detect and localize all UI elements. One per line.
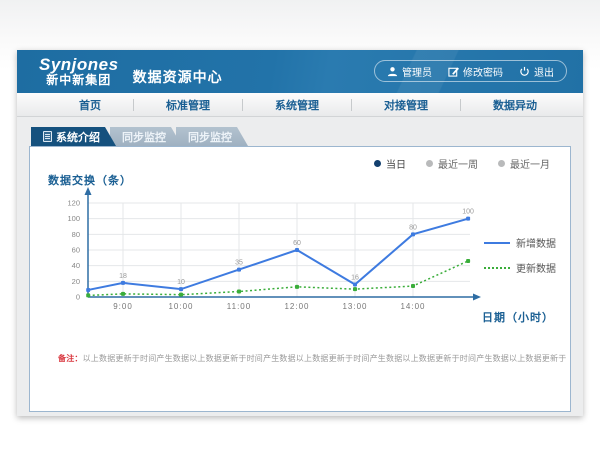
radio-last-month[interactable]: 最近一月	[498, 156, 550, 171]
note-text: 以上数据更新于时间产生数据以上数据更新于时间产生数据以上数据更新于时间产生数据以…	[83, 354, 567, 363]
nav-item-data-change[interactable]: 数据异动	[461, 97, 569, 113]
change-password-button[interactable]: 修改密码	[448, 64, 503, 79]
y-tick-label: 60	[72, 246, 80, 255]
data-point-label: 80	[409, 224, 417, 231]
change-password-label: 修改密码	[463, 64, 503, 79]
y-tick-label: 120	[67, 199, 80, 208]
radio-dot-icon	[498, 160, 505, 167]
nav-item-system-management[interactable]: 系统管理	[243, 97, 351, 113]
x-axis-arrow-icon	[473, 294, 481, 301]
document-icon	[43, 131, 52, 142]
note-label: 备注：	[58, 354, 83, 363]
data-point	[121, 292, 125, 296]
x-tick-label: 11:00	[227, 302, 251, 311]
tab-label: 同步监控	[122, 129, 166, 145]
app-header: Synjones 新中新集团 数据资源中心 管理员 修改密码 退出	[17, 50, 583, 93]
radio-today[interactable]: 当日	[374, 156, 406, 171]
tab-sync-monitor-2[interactable]: 同步监控	[176, 127, 248, 146]
green-dotted-sample-icon	[484, 267, 510, 269]
data-point-label: 100	[462, 209, 474, 216]
tab-label: 同步监控	[188, 129, 232, 145]
user-icon	[387, 66, 398, 77]
company-logo: Synjones 新中新集团	[39, 56, 119, 86]
nav-item-standard-management[interactable]: 标准管理	[134, 97, 242, 113]
power-icon	[519, 66, 530, 77]
legend-label: 新增数据	[516, 235, 556, 250]
data-point-label: 16	[351, 274, 359, 281]
data-point	[466, 217, 470, 221]
radio-dot-icon	[374, 160, 381, 167]
data-point	[86, 293, 90, 297]
tab-label: 系统介绍	[56, 129, 100, 145]
logo-text-en: Synjones	[39, 56, 119, 74]
data-point	[295, 285, 299, 289]
radio-label: 最近一月	[510, 156, 550, 171]
nav-item-home[interactable]: 首页	[47, 97, 133, 113]
radio-last-week[interactable]: 最近一周	[426, 156, 478, 171]
chart-panel: 当日 最近一周 最近一月 数据交换（条） 0204060801001209:00…	[29, 146, 571, 412]
time-range-filter: 当日 最近一周 最近一月	[374, 156, 550, 171]
data-point	[353, 287, 357, 291]
y-tick-label: 0	[76, 293, 80, 302]
data-point-label: 10	[177, 279, 185, 286]
user-toolbar: 管理员 修改密码 退出	[374, 60, 567, 82]
radio-label: 当日	[386, 156, 406, 171]
radio-dot-icon	[426, 160, 433, 167]
data-point	[411, 284, 415, 288]
y-tick-label: 20	[72, 277, 80, 286]
y-tick-label: 80	[72, 230, 80, 239]
y-tick-label: 40	[72, 261, 80, 270]
data-point	[295, 248, 299, 252]
data-point-label: 18	[119, 273, 127, 280]
x-tick-label: 10:00	[168, 302, 193, 311]
data-point	[237, 268, 241, 272]
tab-system-intro[interactable]: 系统介绍	[31, 127, 116, 146]
data-point	[411, 232, 415, 236]
tab-sync-monitor-1[interactable]: 同步监控	[110, 127, 182, 146]
page-title: 数据资源中心	[133, 67, 223, 87]
x-tick-label: 9:00	[113, 302, 133, 311]
user-name-label: 管理员	[402, 64, 432, 79]
radio-label: 最近一周	[438, 156, 478, 171]
nav-item-interface-management[interactable]: 对接管理	[352, 97, 460, 113]
line-chart: 0 20 40 60 80 100 120 9:00 10:00 11:00 12:00 13:00 1…	[30, 185, 510, 335]
data-point-label: 60	[293, 240, 301, 247]
legend-item-new-data[interactable]: 新增数据	[484, 235, 556, 250]
blue-line-sample-icon	[484, 242, 510, 244]
logout-label: 退出	[534, 64, 554, 79]
legend-label: 更新数据	[516, 260, 556, 275]
data-point	[466, 259, 470, 263]
legend-item-update-data[interactable]: 更新数据	[484, 260, 556, 275]
x-tick-label: 14:00	[400, 302, 425, 311]
x-tick-label: 12:00	[284, 302, 309, 311]
footer-note: 备注：以上数据更新于时间产生数据以上数据更新于时间产生数据以上数据更新于时间产生…	[58, 353, 566, 364]
page-container: Synjones 新中新集团 数据资源中心 管理员 修改密码 退出 首页 标准管…	[17, 50, 583, 416]
y-axis-arrow-icon	[85, 187, 92, 195]
logo-text-cn: 新中新集团	[39, 74, 119, 87]
data-point	[237, 290, 241, 294]
logout-button[interactable]: 退出	[519, 64, 554, 79]
x-tick-label: 13:00	[342, 302, 367, 311]
x-axis-title: 日期（小时）	[482, 309, 554, 325]
main-nav: 首页 标准管理 系统管理 对接管理 数据异动	[17, 93, 583, 117]
content-area: 系统介绍 同步监控 同步监控 当日 最近一周	[17, 117, 583, 412]
edit-icon	[448, 66, 459, 77]
data-point	[353, 282, 357, 286]
data-point	[179, 287, 183, 291]
tab-bar: 系统介绍 同步监控 同步监控	[31, 127, 571, 146]
data-point	[86, 288, 90, 292]
current-user-button[interactable]: 管理员	[387, 64, 432, 79]
chart-legend: 新增数据 更新数据	[484, 235, 556, 275]
data-point	[121, 281, 125, 285]
data-point-label: 35	[235, 260, 243, 267]
y-tick-label: 100	[67, 214, 80, 223]
data-point	[179, 293, 183, 297]
